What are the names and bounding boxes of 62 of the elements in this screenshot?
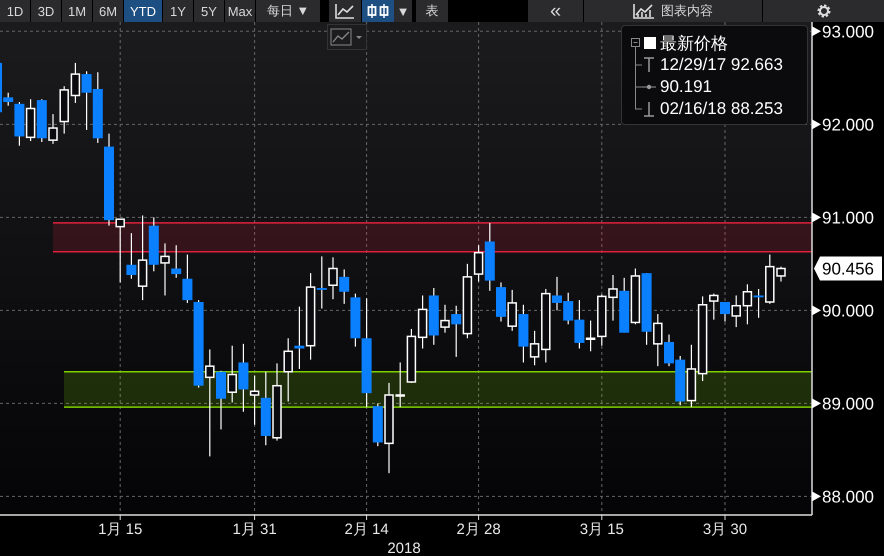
candlestick bbox=[26, 99, 36, 142]
candlestick bbox=[742, 284, 752, 324]
indicator-dropdown[interactable] bbox=[327, 24, 367, 50]
tick-arrow-icon bbox=[812, 398, 821, 408]
candlestick bbox=[92, 72, 103, 143]
chart-contents-button[interactable]: 图表内容 bbox=[584, 0, 762, 22]
candlestick-button[interactable] bbox=[362, 0, 394, 22]
settings-icon bbox=[816, 3, 832, 19]
range-tab[interactable]: 1D bbox=[0, 0, 30, 22]
x-axis-label: 2月 28 bbox=[456, 521, 501, 538]
candlestick bbox=[597, 294, 607, 346]
interval-dropdown[interactable]: 每日 ▼ bbox=[256, 0, 320, 22]
x-axis-label: 1月 31 bbox=[232, 521, 277, 538]
candlestick bbox=[608, 275, 618, 321]
candlestick bbox=[294, 306, 304, 369]
candlestick bbox=[227, 346, 237, 402]
tick-arrow-icon bbox=[812, 212, 821, 222]
y-axis-label: 89.000 bbox=[822, 394, 874, 414]
collapse-button[interactable]: « bbox=[528, 0, 583, 22]
candlestick bbox=[283, 338, 293, 402]
range-tab[interactable]: 1Y bbox=[163, 0, 193, 22]
y-axis-label: 93.000 bbox=[822, 22, 874, 42]
candlestick bbox=[686, 344, 696, 408]
x-axis-label: 3月 30 bbox=[702, 521, 748, 538]
year-label: 2018 bbox=[387, 540, 421, 556]
tick-arrow-icon bbox=[812, 119, 821, 130]
candlestick bbox=[642, 273, 652, 345]
tick-arrow-icon bbox=[812, 305, 821, 316]
candlestick bbox=[709, 294, 719, 320]
settings-button[interactable] bbox=[763, 0, 884, 22]
range-tab[interactable]: Max bbox=[225, 0, 255, 22]
tick-arrow-icon bbox=[812, 26, 821, 36]
y-axis-label: 92.000 bbox=[822, 115, 874, 134]
x-axis-label: 1月 15 bbox=[98, 521, 142, 538]
candlestick bbox=[418, 295, 428, 348]
last-price-tag: 90.456 bbox=[814, 256, 882, 280]
line-chart-button[interactable] bbox=[329, 0, 361, 22]
table-button[interactable]: 表 bbox=[416, 0, 448, 22]
range-tab[interactable]: YTD bbox=[124, 0, 162, 22]
x-axis-label: 2月 14 bbox=[344, 521, 389, 538]
candlestick bbox=[630, 268, 640, 324]
candlestick bbox=[619, 278, 630, 333]
chart-type-dropdown[interactable]: ▼ bbox=[394, 0, 412, 22]
legend-value: 90.191 bbox=[660, 77, 712, 97]
range-tab[interactable]: 5Y bbox=[194, 0, 224, 22]
x-axis-label: 3月 15 bbox=[580, 521, 624, 538]
candlestick bbox=[406, 328, 416, 383]
chart-icon bbox=[633, 3, 655, 19]
y-axis-label: 88.000 bbox=[822, 487, 874, 506]
y-axis-label: 90.000 bbox=[822, 301, 874, 320]
legend-title: 最新价格 bbox=[660, 32, 728, 54]
legend-value: 02/16/18 88.253 bbox=[660, 99, 783, 119]
candlestick bbox=[328, 257, 338, 300]
range-tab[interactable]: 6M bbox=[93, 0, 123, 22]
legend-value: 12/29/17 92.663 bbox=[660, 55, 783, 75]
candlestick bbox=[238, 344, 248, 412]
candlestick bbox=[507, 290, 517, 331]
series-swatch bbox=[644, 37, 656, 49]
tick-arrow-icon bbox=[812, 491, 821, 502]
range-tab[interactable]: 3D bbox=[31, 0, 61, 22]
range-tab[interactable]: 1M bbox=[62, 0, 92, 22]
y-axis-label: 91.000 bbox=[822, 208, 874, 228]
